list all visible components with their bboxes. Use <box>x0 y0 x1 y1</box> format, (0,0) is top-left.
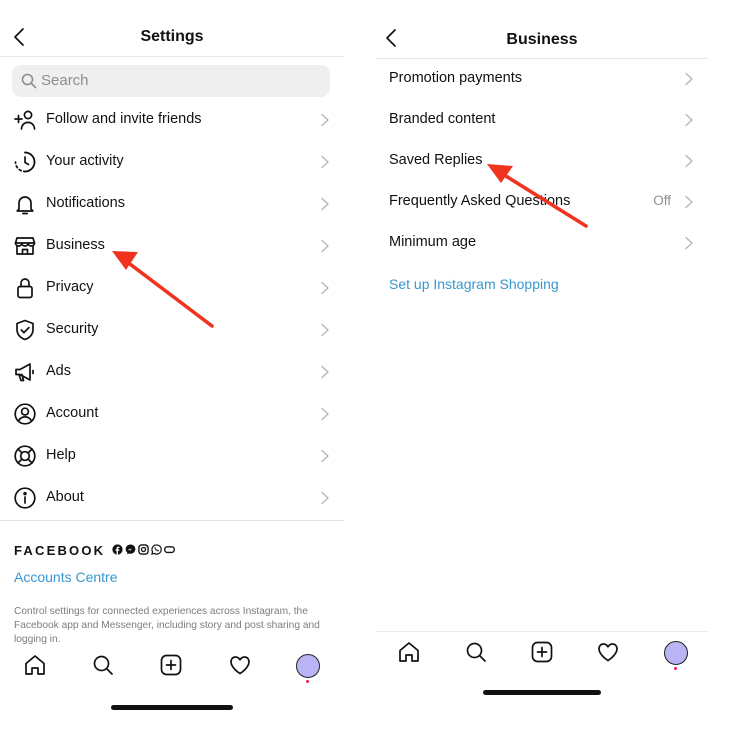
page-title: Settings <box>140 28 204 45</box>
faq-status-value: Off <box>653 193 671 208</box>
notification-dot <box>306 680 309 683</box>
chevron-right-icon <box>321 323 329 337</box>
settings-item-label: Your activity <box>46 153 124 169</box>
heart-icon[interactable] <box>596 640 620 664</box>
settings-item-security[interactable]: Security <box>0 309 344 351</box>
settings-item-business[interactable]: Business <box>0 225 344 267</box>
chevron-right-icon <box>321 239 329 253</box>
accounts-centre-link[interactable]: Accounts Centre <box>14 569 118 585</box>
bottom-tab-bar <box>0 645 344 685</box>
business-item-label: Branded content <box>389 111 496 127</box>
shop-icon <box>14 237 36 255</box>
chevron-right-icon <box>321 365 329 379</box>
instagram-icon <box>138 544 149 555</box>
chevron-right-icon <box>685 195 693 209</box>
lifebuoy-icon <box>14 445 36 467</box>
settings-item-label: Business <box>46 237 105 253</box>
profile-avatar[interactable] <box>296 654 320 678</box>
facebook-wordmark: FACEBOOK <box>14 543 106 558</box>
bottom-tab-bar <box>376 632 708 672</box>
business-screen: Business Promotion payments Branded cont… <box>376 0 708 750</box>
shield-check-icon <box>16 319 34 341</box>
info-icon <box>14 487 36 509</box>
business-item-label: Frequently Asked Questions <box>389 193 571 209</box>
lock-icon <box>17 278 33 299</box>
search-input[interactable]: Search <box>12 65 330 97</box>
settings-item-label: Ads <box>46 363 71 379</box>
chevron-right-icon <box>685 113 693 127</box>
chevron-right-icon <box>321 491 329 505</box>
business-item-branded-content[interactable]: Branded content <box>376 99 708 141</box>
settings-item-label: Privacy <box>46 279 94 295</box>
settings-item-label: Security <box>46 321 99 337</box>
notification-dot <box>674 667 677 670</box>
profile-avatar[interactable] <box>664 641 688 665</box>
settings-item-about[interactable]: About <box>0 477 344 519</box>
settings-item-label: Account <box>46 405 99 421</box>
chevron-right-icon <box>685 154 693 168</box>
search-icon <box>21 73 37 89</box>
heart-icon[interactable] <box>228 653 252 677</box>
search-icon[interactable] <box>91 653 115 677</box>
setup-shopping-link[interactable]: Set up Instagram Shopping <box>389 276 559 292</box>
settings-item-label: Notifications <box>46 195 125 211</box>
settings-item-your-activity[interactable]: Your activity <box>0 141 344 183</box>
search-placeholder: Search <box>41 72 89 89</box>
accounts-centre-description: Control settings for connected experienc… <box>14 606 320 645</box>
home-icon[interactable] <box>397 640 421 664</box>
megaphone-icon <box>15 363 34 382</box>
settings-item-privacy[interactable]: Privacy <box>0 267 344 309</box>
business-item-minimum-age[interactable]: Minimum age <box>376 222 708 264</box>
settings-item-account[interactable]: Account <box>0 393 344 435</box>
bell-icon <box>16 196 34 215</box>
chevron-right-icon <box>321 113 329 127</box>
page-title: Business <box>506 31 578 48</box>
settings-screen: Settings Search Follow and invite friend… <box>0 0 344 750</box>
facebook-brand-icons <box>112 544 175 556</box>
settings-item-label: About <box>46 489 84 505</box>
search-icon[interactable] <box>464 640 488 664</box>
section-divider <box>0 520 344 521</box>
chevron-right-icon <box>321 407 329 421</box>
person-circle-icon <box>14 403 36 425</box>
settings-item-notifications[interactable]: Notifications <box>0 183 344 225</box>
whatsapp-icon <box>151 544 162 555</box>
home-indicator <box>483 690 601 695</box>
chevron-right-icon <box>321 281 329 295</box>
chevron-right-icon <box>321 449 329 463</box>
chevron-right-icon <box>321 155 329 169</box>
chevron-right-icon <box>685 72 693 86</box>
business-item-label: Minimum age <box>389 234 477 250</box>
chevron-right-icon <box>685 236 693 250</box>
settings-item-label: Follow and invite friends <box>46 111 202 127</box>
business-item-label: Promotion payments <box>389 70 522 86</box>
home-icon[interactable] <box>23 653 47 677</box>
business-item-label: Saved Replies <box>389 152 483 168</box>
add-person-icon <box>14 110 36 130</box>
home-indicator <box>111 705 233 710</box>
activity-clock-icon <box>14 151 36 173</box>
business-item-promotion-payments[interactable]: Promotion payments <box>376 58 708 100</box>
settings-item-ads[interactable]: Ads <box>0 351 344 393</box>
business-item-saved-replies[interactable]: Saved Replies <box>376 140 708 182</box>
header-divider <box>0 56 344 57</box>
messenger-icon <box>125 544 136 555</box>
chevron-right-icon <box>321 197 329 211</box>
business-item-faq[interactable]: Frequently Asked Questions Off <box>376 181 708 223</box>
create-icon[interactable] <box>530 640 554 664</box>
portal-icon <box>164 546 175 554</box>
facebook-icon <box>112 544 123 555</box>
settings-item-help[interactable]: Help <box>0 435 344 477</box>
settings-item-label: Help <box>46 447 76 463</box>
settings-item-follow-invite[interactable]: Follow and invite friends <box>0 99 344 141</box>
create-icon[interactable] <box>159 653 183 677</box>
